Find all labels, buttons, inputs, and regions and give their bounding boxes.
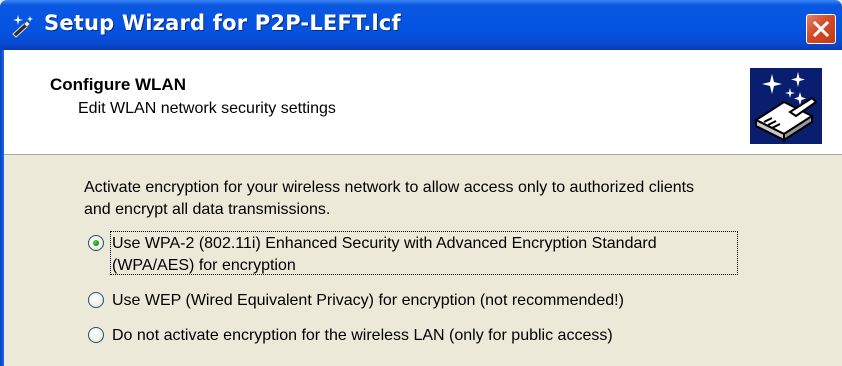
radio-label-no-encryption[interactable]: Do not activate encryption for the wirel… (112, 325, 613, 347)
close-button[interactable] (806, 14, 836, 44)
radio-label-line: (WPA/AES) for encryption (112, 257, 296, 274)
title-bar[interactable]: Setup Wizard for P2P-LEFT.lcf (0, 0, 842, 50)
radio-button-no-encryption[interactable] (88, 327, 104, 343)
wizard-content: Activate encryption for your wireless ne… (4, 155, 842, 366)
setup-wizard-window: Setup Wizard for P2P-LEFT.lcf Configure … (0, 0, 842, 366)
intro-text: Activate encryption for your wireless ne… (84, 177, 804, 221)
radio-button-wpa2[interactable] (88, 235, 104, 251)
close-icon (812, 20, 830, 38)
radio-label-wpa2[interactable]: Use WPA-2 (802.11i) Enhanced Security wi… (112, 233, 657, 277)
wizard-wand-icon (12, 15, 33, 38)
wizard-header: Configure WLAN Edit WLAN network securit… (4, 50, 842, 155)
page-title: Configure WLAN (50, 75, 186, 94)
router-sparkle-icon (750, 68, 822, 144)
intro-line: Activate encryption for your wireless ne… (84, 179, 695, 196)
window-title: Setup Wizard for P2P-LEFT.lcf (44, 11, 401, 35)
radio-label-wep[interactable]: Use WEP (Wired Equivalent Privacy) for e… (112, 290, 624, 312)
intro-line: and encrypt all data transmissions. (84, 201, 331, 218)
radio-label-line: Use WPA-2 (802.11i) Enhanced Security wi… (112, 235, 657, 252)
page-subtitle: Edit WLAN network security settings (78, 100, 336, 117)
radio-button-wep[interactable] (88, 292, 104, 308)
radio-selected-dot (93, 240, 99, 246)
